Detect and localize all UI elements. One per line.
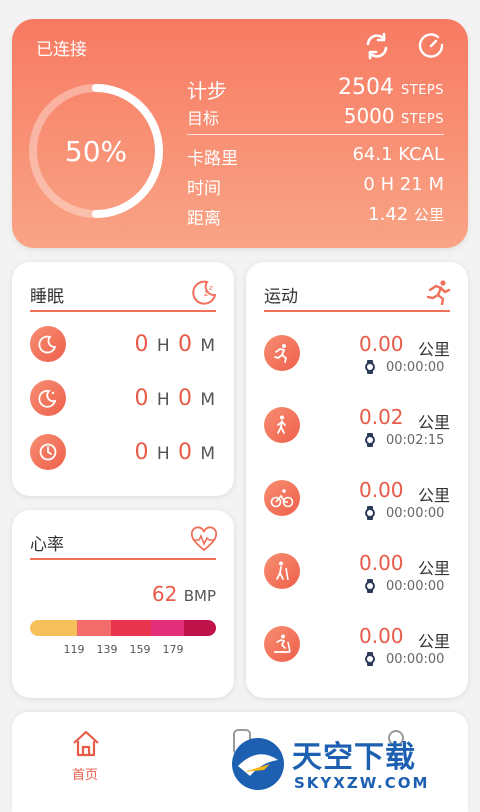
heart-zone-1 bbox=[30, 620, 78, 636]
sleep-row-1-minutes: 0 bbox=[177, 332, 193, 357]
sport-row-4-duration: 00:00:00 bbox=[386, 579, 445, 594]
sleep-row-3-value: 0 H 0 M bbox=[134, 440, 216, 465]
sport-row-5-duration: 00:00:00 bbox=[386, 652, 445, 667]
sleep-row-1-hours: 0 bbox=[134, 332, 150, 357]
site-watermark: 天空下载 SKYXZW.COM bbox=[230, 730, 480, 800]
steps-number: 2504 bbox=[338, 75, 394, 100]
heart-zone-bar bbox=[30, 620, 216, 636]
time-value: 0 H 21 M bbox=[363, 174, 444, 195]
goal-value: 5000 STEPS bbox=[344, 104, 444, 128]
home-icon[interactable] bbox=[70, 728, 102, 760]
distance-unit: 公里 bbox=[413, 206, 444, 224]
watch-icon bbox=[365, 433, 375, 447]
sport-row-5-distance: 0.00 bbox=[359, 624, 404, 648]
goal-unit: STEPS bbox=[401, 112, 444, 127]
sleep-row-1-value: 0 H 0 M bbox=[134, 332, 216, 357]
walking-icon bbox=[264, 407, 300, 443]
heart-zone-2 bbox=[77, 620, 112, 636]
heart-tick-1: 119 bbox=[63, 643, 85, 656]
heart-zone-5 bbox=[184, 620, 216, 636]
sleep-row-3-minutes-unit: M bbox=[200, 444, 216, 464]
distance-label: 距离 bbox=[187, 209, 221, 229]
sport-row-5-unit: 公里 bbox=[418, 632, 451, 651]
sport-divider bbox=[264, 310, 450, 312]
heartbeat-icon bbox=[190, 526, 218, 554]
connection-status: 已连接 bbox=[36, 40, 87, 60]
watch-icon bbox=[365, 652, 375, 666]
refresh-icon[interactable] bbox=[416, 31, 446, 61]
sleep-row-2-hours-unit: H bbox=[156, 390, 171, 410]
sleep-row-2-minutes-unit: M bbox=[200, 390, 216, 410]
heart-tick-3: 159 bbox=[129, 643, 151, 656]
heart-rate-unit: BMP bbox=[183, 587, 216, 605]
sprint-icon bbox=[424, 278, 452, 306]
calorie-label: 卡路里 bbox=[187, 149, 238, 169]
sleep-row-3-hours: 0 bbox=[134, 440, 150, 465]
sync-icon[interactable] bbox=[362, 31, 392, 61]
sleep-title: 睡眠 bbox=[30, 287, 64, 307]
hiking-icon bbox=[264, 553, 300, 589]
heart-divider bbox=[30, 558, 216, 560]
sleep-row-3-minutes: 0 bbox=[177, 440, 193, 465]
watermark-url: SKYXZW.COM bbox=[294, 774, 430, 792]
sport-row-3-unit: 公里 bbox=[418, 486, 451, 505]
watermark-logo bbox=[232, 738, 284, 790]
calorie-value: 64.1 KCAL bbox=[352, 144, 444, 165]
steps-value: 2504 STEPS bbox=[338, 75, 444, 100]
sport-row-1-distance: 0.00 bbox=[359, 332, 404, 356]
moon-icon bbox=[30, 326, 66, 362]
sleep-row-3-hours-unit: H bbox=[156, 444, 171, 464]
heart-rate-number: 62 bbox=[151, 582, 178, 606]
sleep-row-2-hours: 0 bbox=[134, 386, 150, 411]
watch-icon bbox=[365, 579, 375, 593]
sport-row-4-distance: 0.00 bbox=[359, 551, 404, 575]
time-label: 时间 bbox=[187, 179, 221, 199]
sport-row-1-unit: 公里 bbox=[418, 340, 451, 359]
sleep-card[interactable]: 睡眠 z z 0 H 0 M 0 H 0 M 0 H 0 M bbox=[12, 262, 234, 496]
heart-rate-value: 62 BMP bbox=[152, 582, 216, 606]
distance-value: 1.42 公里 bbox=[368, 204, 444, 225]
heart-tick-4: 179 bbox=[162, 643, 184, 656]
sport-row-3-distance: 0.00 bbox=[359, 478, 404, 502]
watch-icon bbox=[365, 360, 375, 374]
nav-home-label[interactable]: 首页 bbox=[72, 764, 98, 783]
heart-tick-2: 139 bbox=[96, 643, 118, 656]
sport-row-3-duration: 00:00:00 bbox=[386, 506, 445, 521]
summary-card: 已连接 50% 计步 2504 STEPS 目标 5000 STEPS 卡路里 … bbox=[12, 19, 468, 248]
moon-sleep-icon: z z bbox=[190, 278, 218, 306]
heart-rate-card[interactable]: 心率 62 BMP 119 139 159 179 bbox=[12, 510, 234, 698]
goal-number: 5000 bbox=[343, 104, 395, 128]
distance-number: 1.42 bbox=[368, 204, 409, 225]
sleep-row-1-minutes-unit: M bbox=[200, 336, 216, 356]
steps-unit: STEPS bbox=[401, 83, 444, 98]
watermark-title: 天空下载 bbox=[292, 740, 416, 775]
sport-title: 运动 bbox=[264, 287, 298, 307]
watch-icon bbox=[365, 506, 375, 520]
sleep-divider bbox=[30, 310, 216, 312]
stats-divider bbox=[187, 134, 444, 135]
goal-label: 目标 bbox=[187, 109, 220, 128]
sleep-row-1-hours-unit: H bbox=[156, 336, 171, 356]
sleep-row-2-minutes: 0 bbox=[177, 386, 193, 411]
running-icon bbox=[264, 335, 300, 371]
svg-text:z: z bbox=[209, 284, 213, 292]
steps-label: 计步 bbox=[187, 79, 227, 103]
sport-row-2-distance: 0.02 bbox=[359, 405, 404, 429]
sport-row-4-unit: 公里 bbox=[418, 559, 451, 578]
sleep-row-2-value: 0 H 0 M bbox=[134, 386, 216, 411]
treadmill-icon bbox=[264, 626, 300, 662]
progress-percent: 50% bbox=[64, 134, 128, 168]
cycling-icon bbox=[264, 480, 300, 516]
moon-star-icon bbox=[30, 380, 66, 416]
heart-zone-3 bbox=[111, 620, 151, 636]
heart-title: 心率 bbox=[30, 535, 64, 555]
sport-row-2-duration: 00:02:15 bbox=[386, 433, 445, 448]
sport-card[interactable]: 运动 0.00 公里 00:00:00 0.02 公里 00:02:15 0.0… bbox=[246, 262, 468, 698]
sport-row-1-duration: 00:00:00 bbox=[386, 360, 445, 375]
heart-zone-4 bbox=[150, 620, 185, 636]
clock-icon bbox=[30, 434, 66, 470]
sport-row-2-unit: 公里 bbox=[418, 413, 451, 432]
